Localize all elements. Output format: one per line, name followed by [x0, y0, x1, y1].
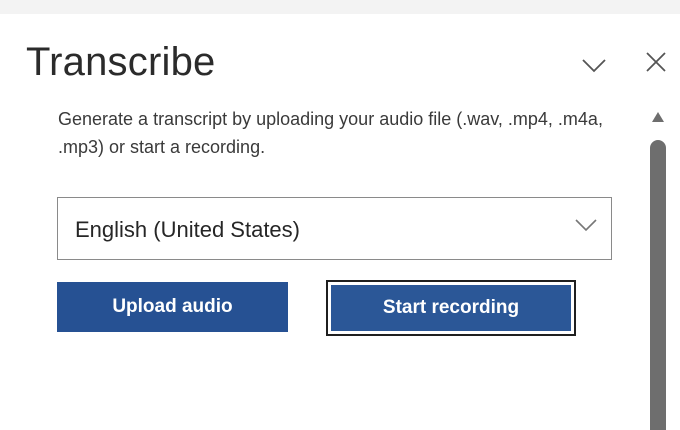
chevron-down-icon: [582, 59, 606, 73]
window-top-strip: [0, 0, 680, 14]
language-selected-value: English (United States): [75, 217, 300, 242]
start-recording-button[interactable]: Start recording: [326, 280, 576, 336]
scrollbar-thumb[interactable]: [650, 140, 666, 430]
upload-audio-button[interactable]: Upload audio: [57, 282, 288, 332]
close-pane-button[interactable]: [640, 46, 672, 78]
transcribe-pane: Transcribe Generate a transcript by uplo…: [0, 14, 680, 430]
close-icon: [645, 51, 667, 73]
collapse-pane-button[interactable]: [578, 50, 610, 82]
instructions-text: Generate a transcript by uploading your …: [58, 109, 603, 157]
language-dropdown[interactable]: English (United States): [57, 197, 612, 260]
chevron-down-icon: [575, 219, 597, 237]
scroll-up-arrow-icon[interactable]: [651, 110, 665, 128]
vertical-scrollbar[interactable]: [644, 100, 672, 430]
pane-title: Transcribe: [26, 40, 216, 84]
